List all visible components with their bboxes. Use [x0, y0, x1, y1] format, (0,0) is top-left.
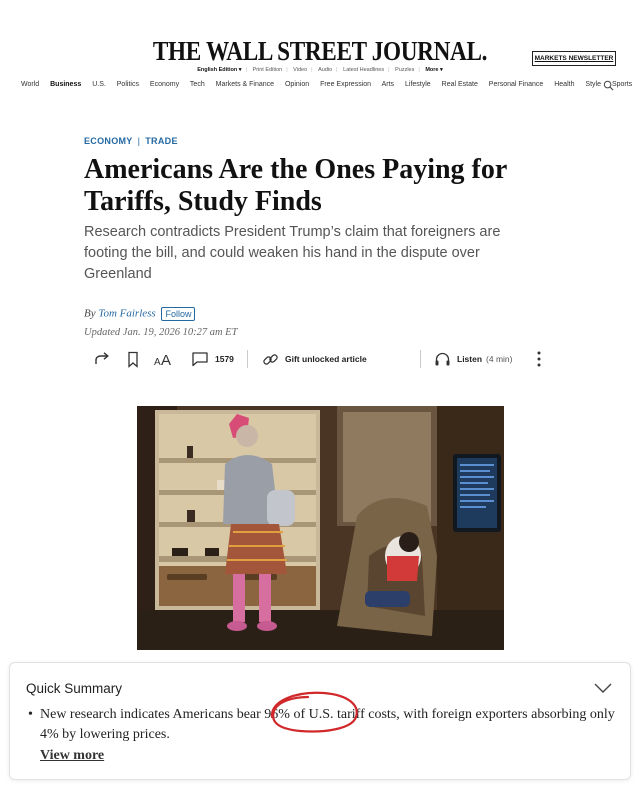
kicker-economy-link[interactable]: ECONOMY: [84, 136, 133, 146]
edition-selector[interactable]: English Edition ▾: [197, 67, 241, 73]
article-photo[interactable]: [137, 406, 504, 650]
nav-item-politics[interactable]: Politics: [117, 81, 139, 88]
search-icon[interactable]: [603, 80, 614, 91]
comment-count: 1579: [215, 354, 234, 364]
article-headline: Americans Are the Ones Paying for Tariff…: [84, 154, 507, 217]
toolbar-divider: [420, 350, 421, 368]
latest-headlines-link[interactable]: Latest Headlines: [343, 67, 384, 73]
nav-item-free-expression[interactable]: Free Expression: [320, 81, 371, 88]
print-edition-link[interactable]: Print Edition: [253, 67, 283, 73]
puzzles-link[interactable]: Puzzles: [395, 67, 414, 73]
more-options-button[interactable]: [536, 346, 542, 372]
article-kicker: ECONOMY | TRADE: [84, 136, 178, 146]
nav-item-health[interactable]: Health: [554, 81, 574, 88]
comment-icon: [192, 352, 208, 367]
svg-text:A: A: [161, 352, 171, 367]
article-dek: Research contradicts President Trump’s c…: [84, 224, 501, 282]
masthead-logo[interactable]: THE WALL STREET JOURNAL.: [45, 36, 595, 67]
follow-button[interactable]: Follow: [161, 307, 196, 321]
markets-newsletter-button[interactable]: MARKETS NEWSLETTER: [532, 51, 616, 66]
nav-item-sports[interactable]: Sports: [612, 81, 632, 88]
bookmark-icon: [128, 351, 138, 368]
updated-timestamp: Updated Jan. 19, 2026 10:27 am ET: [84, 327, 238, 338]
listen-button[interactable]: Listen (4 min): [434, 346, 512, 372]
chevron-down-icon[interactable]: [593, 681, 613, 695]
author-link[interactable]: Tom Fairless: [98, 308, 155, 320]
share-button[interactable]: [93, 346, 111, 372]
nav-item-personal-finance[interactable]: Personal Finance: [489, 81, 543, 88]
article-toolbar: A A 1579 Gift unlocked article Listen (4…: [0, 346, 640, 372]
listen-duration: (4 min): [486, 354, 513, 364]
audio-link[interactable]: Audio: [318, 67, 332, 73]
more-menu[interactable]: More ▾: [425, 67, 442, 73]
nav-item-markets-finance[interactable]: Markets & Finance: [216, 81, 274, 88]
nav-item-economy[interactable]: Economy: [150, 81, 179, 88]
bookmark-button[interactable]: [127, 346, 139, 372]
video-link[interactable]: Video: [293, 67, 307, 73]
quick-summary-title: Quick Summary: [26, 681, 123, 696]
nav-item-arts[interactable]: Arts: [382, 81, 394, 88]
comments-button[interactable]: 1579: [191, 346, 234, 372]
nav-item-lifestyle[interactable]: Lifestyle: [405, 81, 431, 88]
view-more-link[interactable]: View more: [40, 748, 104, 764]
link-icon: [263, 353, 278, 365]
gift-article-label: Gift unlocked article: [285, 354, 367, 364]
nav-item-tech[interactable]: Tech: [190, 81, 205, 88]
text-size-icon: A A: [154, 352, 171, 367]
share-icon: [95, 352, 109, 364]
more-vertical-icon: [537, 351, 541, 367]
nav-item-world[interactable]: World: [21, 81, 39, 88]
quick-summary-card: Quick Summary New research indicates Ame…: [9, 662, 631, 780]
byline-prefix: By: [84, 307, 96, 320]
toolbar-divider: [247, 350, 248, 368]
nav-item-real-estate[interactable]: Real Estate: [442, 81, 478, 88]
listen-label: Listen: [457, 354, 483, 364]
kicker-trade-link[interactable]: TRADE: [145, 136, 178, 146]
headphones-icon: [435, 352, 450, 366]
summary-bullet: New research indicates Americans bear 96…: [28, 705, 618, 745]
byline: By Tom Fairless Follow: [84, 307, 196, 321]
edition-row: English Edition ▾ | Print Edition | Video |…: [197, 67, 443, 73]
nav-item-style[interactable]: Style: [585, 81, 601, 88]
nav-item-business[interactable]: Business: [50, 81, 81, 88]
text-size-button[interactable]: A A: [154, 346, 174, 372]
nav-item-opinion[interactable]: Opinion: [285, 81, 309, 88]
gift-article-button[interactable]: Gift unlocked article: [262, 346, 367, 372]
section-nav: World Business U.S. Politics Economy Tec…: [21, 81, 640, 88]
nav-item-us[interactable]: U.S.: [92, 81, 106, 88]
svg-text:A: A: [154, 357, 161, 367]
